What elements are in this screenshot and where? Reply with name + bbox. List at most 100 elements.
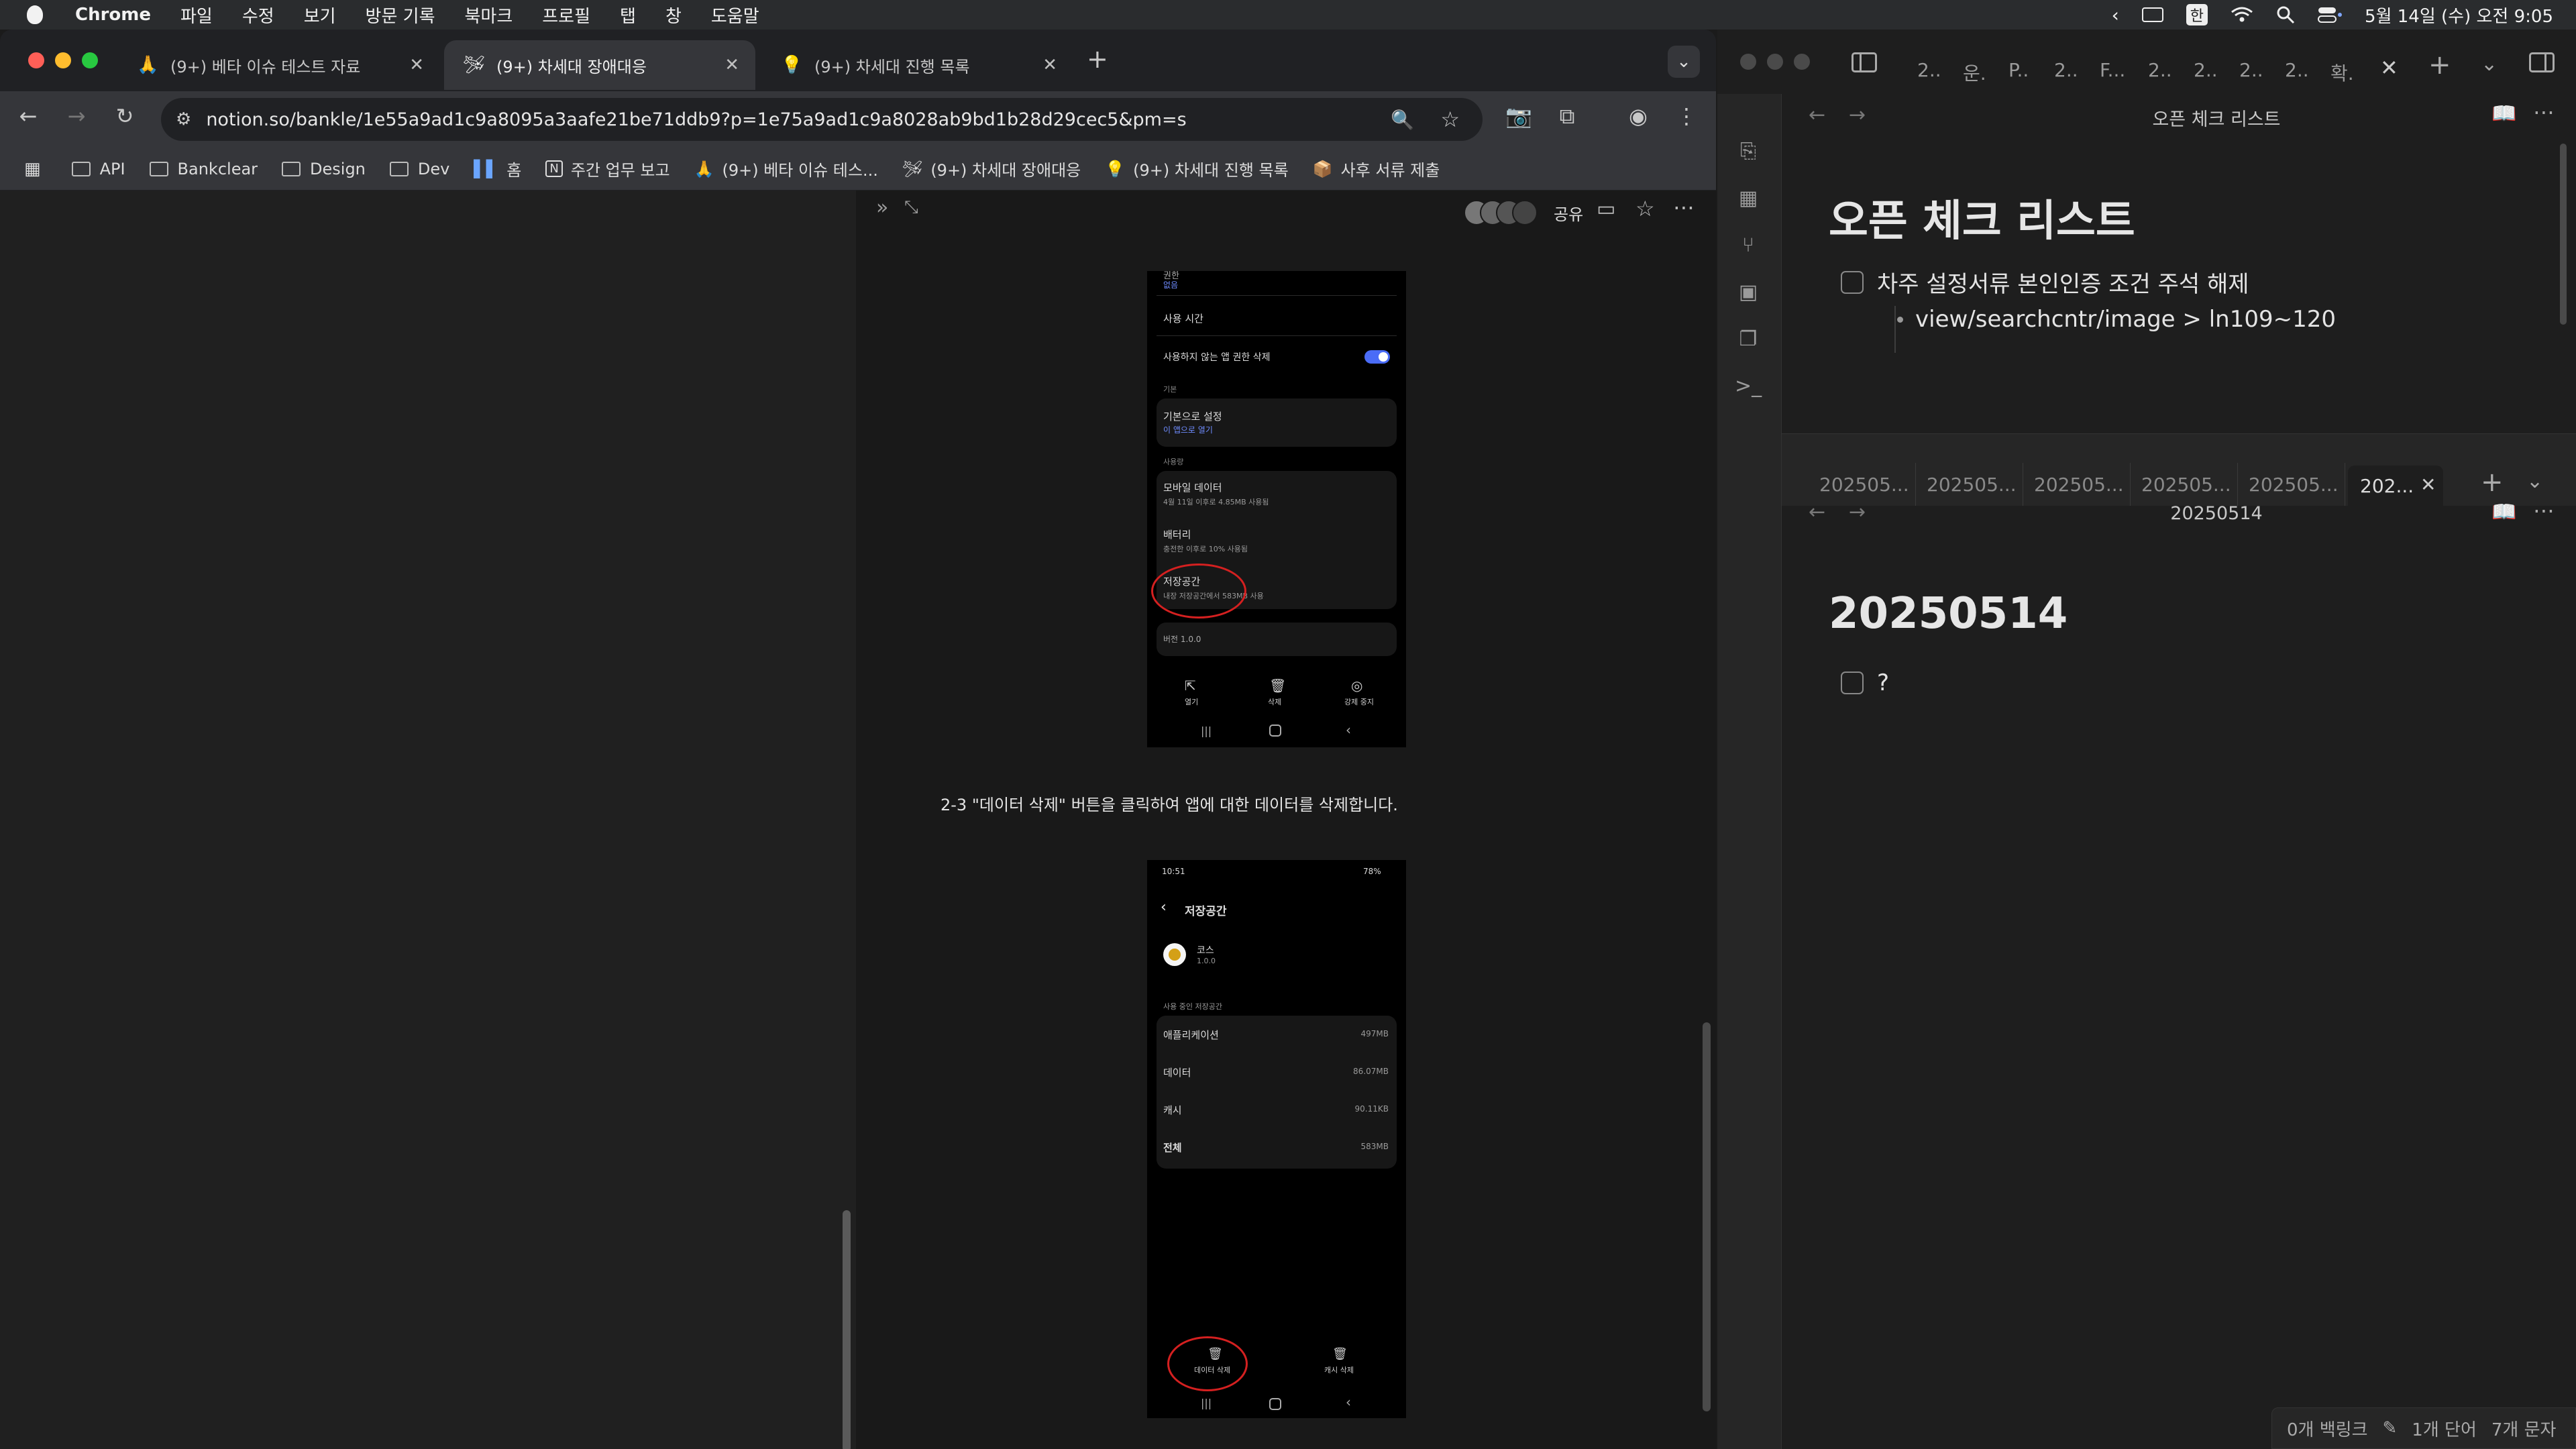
menu-window[interactable]: 창 (665, 3, 682, 28)
bookmark-item[interactable]: 📦 사후 서류 제출 (1313, 157, 1440, 180)
menu-bookmarks[interactable]: 북마크 (465, 3, 513, 28)
file-tab[interactable]: F... (2100, 59, 2125, 81)
nav-forward-icon[interactable]: → (1849, 103, 1866, 127)
forward-icon[interactable]: → (62, 103, 91, 129)
close-window-button[interactable] (28, 52, 44, 68)
apps-grid-icon[interactable]: ▦ (24, 159, 41, 179)
new-tab-icon[interactable]: + (2428, 50, 2451, 80)
backlinks-count[interactable]: 0개 백링크 (2287, 1416, 2368, 1441)
nav-back-icon[interactable]: ← (1809, 103, 1825, 127)
menu-tab[interactable]: 탭 (620, 3, 636, 28)
address-bar[interactable]: ⚙ notion.so/bankle/1e55a9ad1c9a8095a3aaf… (161, 98, 1483, 141)
menu-file[interactable]: 파일 (180, 3, 213, 28)
datetime[interactable]: 5월 14일 (수) 오전 9:05 (2365, 3, 2553, 28)
file-tab[interactable]: 운. (1963, 59, 1986, 86)
reading-view-icon[interactable]: 📖 (2491, 102, 2516, 125)
new-tab-button[interactable]: + (1087, 44, 1108, 74)
browser-tab[interactable]: 🙏 (9+) 베타 이슈 테스트 자료 ✕ (118, 40, 440, 90)
extensions-icon[interactable]: ⧉ (1552, 103, 1582, 129)
nav-back-icon[interactable]: ← (1809, 500, 1825, 524)
pane-tab[interactable]: 202505... (2023, 463, 2131, 506)
file-tab[interactable]: 2.. (1917, 59, 1941, 81)
file-tab[interactable]: 2.. (2285, 59, 2309, 81)
comment-icon[interactable]: ▭ (1597, 197, 1615, 221)
pane-tab[interactable]: 202505... (2238, 463, 2345, 506)
menu-view[interactable]: 보기 (304, 3, 336, 28)
back-icon[interactable]: ← (13, 103, 43, 129)
reload-icon[interactable]: ↻ (110, 103, 140, 129)
spotlight-search-icon[interactable] (2276, 5, 2295, 24)
zoom-window-button[interactable] (82, 52, 98, 68)
more-options-icon[interactable]: ⋯ (2533, 498, 2555, 523)
tab-list-chevron-icon[interactable]: ⌄ (2481, 52, 2498, 76)
todo-item[interactable]: ? (1841, 669, 1889, 696)
pane-tab[interactable]: 202505... (2131, 463, 2238, 506)
url-text[interactable]: notion.so/bankle/1e55a9ad1c9a8095a3aafe2… (206, 109, 1186, 130)
files-icon[interactable]: ⎘ (1735, 138, 1762, 165)
scrollbar-vertical[interactable] (1703, 1022, 1711, 1411)
file-tab[interactable]: 2.. (2239, 59, 2263, 81)
apple-icon[interactable] (27, 5, 43, 24)
zoom-window-button[interactable] (1794, 54, 1810, 70)
more-options-icon[interactable]: ⋯ (2533, 99, 2555, 125)
graph-icon[interactable]: ⑂ (1735, 232, 1762, 259)
close-pane-tab-icon[interactable]: ✕ (2420, 474, 2436, 496)
bookmark-folder[interactable]: API (71, 160, 125, 178)
bookmark-star-icon[interactable]: ☆ (1440, 107, 1460, 132)
input-source-indicator[interactable]: 한 (2186, 4, 2208, 25)
todo-checkbox[interactable] (1841, 672, 1864, 694)
menu-profiles[interactable]: 프로필 (542, 3, 590, 28)
pane-tab-list-icon[interactable]: ⌄ (2526, 470, 2543, 493)
file-tab[interactable]: 2.. (2054, 59, 2078, 81)
profile-icon[interactable]: ◉ (1623, 103, 1653, 129)
menu-history[interactable]: 방문 기록 (366, 3, 435, 28)
expand-sidebar-icon[interactable]: » (876, 196, 888, 219)
minimize-window-button[interactable] (55, 52, 71, 68)
wifi-icon[interactable] (2231, 6, 2253, 23)
pane-tab[interactable]: 202505... (1809, 463, 1916, 506)
bookmark-folder[interactable]: Design (282, 160, 366, 178)
bookmark-item[interactable]: 🛩 (9+) 차세대 장애대응 (902, 157, 1081, 180)
nav-forward-icon[interactable]: → (1849, 500, 1866, 524)
close-tab-icon[interactable]: ✕ (724, 55, 739, 75)
tab-search-button[interactable]: ⌄ (1668, 46, 1700, 78)
file-tab[interactable]: 2.. (2194, 59, 2218, 81)
minimize-window-button[interactable] (1767, 54, 1783, 70)
toggle-sidebar-icon[interactable] (1851, 52, 1877, 72)
file-tab[interactable]: P.. (2008, 59, 2029, 81)
close-tab-icon[interactable]: ✕ (409, 55, 424, 75)
more-menu-icon[interactable]: ⋮ (1672, 103, 1701, 129)
scrollbar-vertical[interactable] (2560, 144, 2567, 325)
bookmark-item[interactable]: N 주간 업무 보고 (545, 157, 670, 180)
bookmark-folder[interactable]: Dev (389, 160, 449, 178)
bookmark-folder[interactable]: Bankclear (149, 160, 258, 178)
terminal-icon[interactable]: >_ (1735, 373, 1762, 400)
site-info-icon[interactable]: ⚙ (176, 109, 191, 129)
file-tab-active[interactable]: 확. (2330, 59, 2354, 86)
file-tab[interactable]: 2.. (2148, 59, 2172, 81)
new-pane-tab-icon[interactable]: + (2481, 467, 2504, 498)
screenshot-extension-icon[interactable]: 📷 (1504, 103, 1534, 129)
close-tab-icon[interactable]: ✕ (2380, 55, 2398, 80)
edit-pencil-icon[interactable]: ✎ (2383, 1418, 2398, 1438)
right-sidebar-icon[interactable] (2529, 52, 2555, 72)
bookmark-item[interactable]: ▌▌ 홈 (474, 157, 521, 180)
reading-view-icon[interactable]: 📖 (2491, 500, 2516, 524)
share-button[interactable]: 공유 (1554, 201, 1583, 225)
close-window-button[interactable] (1740, 54, 1756, 70)
calendar-icon[interactable]: ▦ (1735, 185, 1762, 212)
browser-tab[interactable]: 💡 (9+) 차세대 진행 목록 ✕ (762, 40, 1073, 90)
zoom-icon[interactable]: 🔍 (1391, 109, 1414, 131)
chevron-left-icon[interactable]: ‹ (2112, 4, 2119, 26)
favorite-star-icon[interactable]: ☆ (1635, 196, 1655, 221)
grid-icon[interactable]: ▣ (1735, 279, 1762, 306)
menu-app-name[interactable]: Chrome (75, 5, 151, 25)
keyboard-icon[interactable] (2141, 7, 2163, 22)
pane-tab-active[interactable]: 202... (2360, 475, 2414, 497)
todo-checkbox[interactable] (1841, 270, 1864, 294)
menu-edit[interactable]: 수정 (242, 3, 274, 28)
control-center-icon[interactable] (2318, 6, 2343, 23)
bookmark-item[interactable]: 💡 (9+) 차세대 진행 목록 (1105, 157, 1288, 180)
todo-item[interactable]: 차주 설정서류 본인인증 조건 주석 해제 (1841, 266, 2249, 299)
browser-tab-active[interactable]: 🛩 (9+) 차세대 장애대응 ✕ (444, 40, 755, 90)
